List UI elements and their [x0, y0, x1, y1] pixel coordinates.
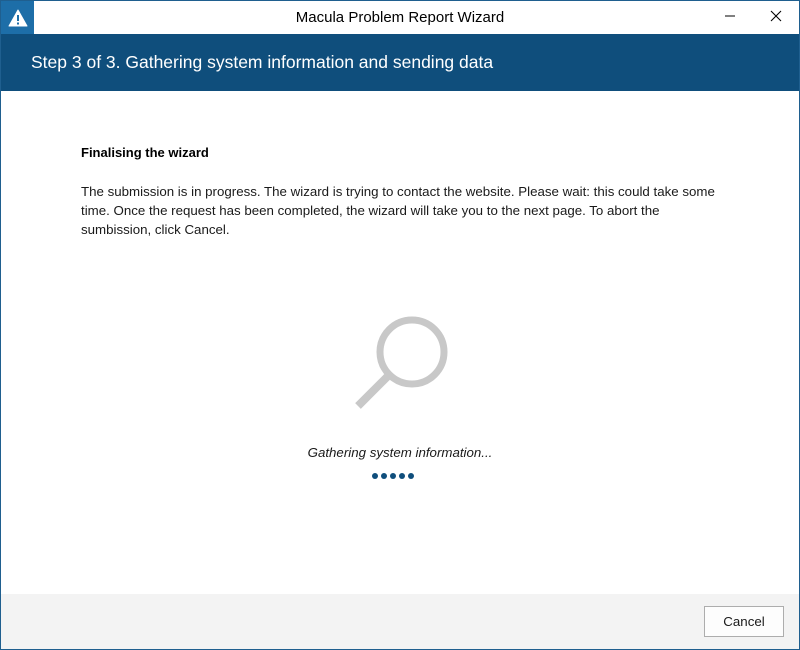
wizard-window: Macula Problem Report Wizard Step 3 of 3… — [0, 0, 800, 650]
close-icon — [770, 9, 782, 27]
title-bar[interactable]: Macula Problem Report Wizard — [1, 1, 799, 34]
footer-bar: Cancel — [1, 594, 799, 649]
loading-dot — [381, 473, 387, 479]
magnifier-icon — [351, 315, 451, 415]
status-text: Gathering system information... — [307, 445, 493, 460]
close-button[interactable] — [753, 1, 799, 34]
loading-dot — [408, 473, 414, 479]
cancel-button[interactable]: Cancel — [704, 606, 784, 637]
minimize-icon — [724, 9, 736, 27]
loading-dot — [390, 473, 396, 479]
loading-dots — [372, 473, 422, 481]
window-title: Macula Problem Report Wizard — [295, 9, 505, 26]
step-title: Step 3 of 3. Gathering system informatio… — [31, 52, 494, 72]
section-heading: Finalising the wizard — [81, 145, 209, 160]
loading-dot — [372, 473, 378, 479]
section-description: The submission is in progress. The wizar… — [81, 184, 715, 237]
loading-dot — [399, 473, 405, 479]
minimize-button[interactable] — [707, 1, 753, 34]
wizard-content: Finalising the wizard The submission is … — [1, 91, 799, 594]
step-banner: Step 3 of 3. Gathering system informatio… — [1, 34, 799, 91]
